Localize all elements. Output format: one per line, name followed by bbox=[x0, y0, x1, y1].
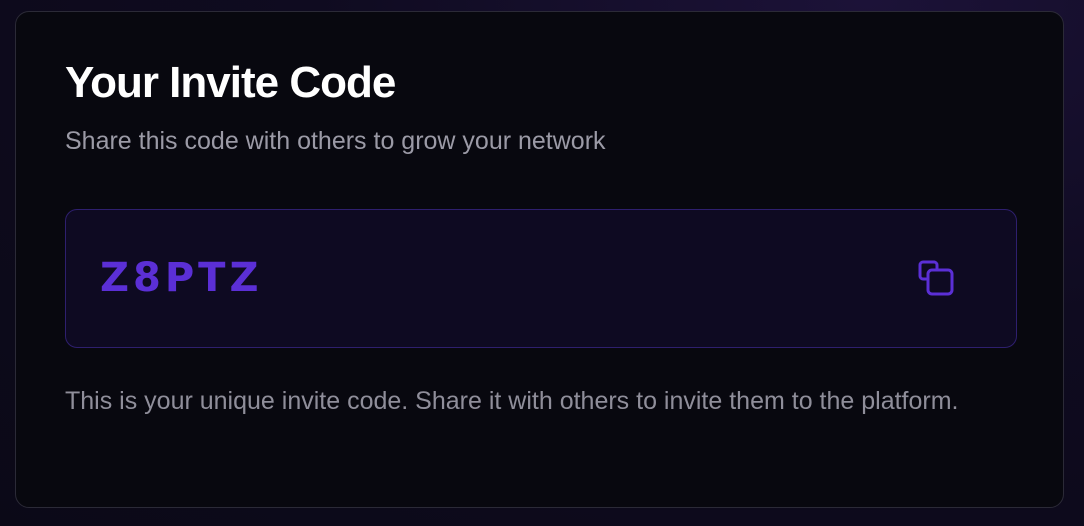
card-subtitle: Share this code with others to grow your… bbox=[65, 127, 606, 155]
copy-icon bbox=[918, 260, 954, 296]
invite-code-description: This is your unique invite code. Share i… bbox=[65, 387, 959, 415]
card-title: Your Invite Code bbox=[65, 58, 396, 107]
invite-code-card: Your Invite Code Share this code with ot… bbox=[15, 11, 1064, 508]
invite-code-box: Z8PTZ bbox=[65, 209, 1017, 348]
copy-code-button[interactable] bbox=[912, 254, 960, 302]
invite-code-value[interactable]: Z8PTZ bbox=[100, 258, 262, 298]
